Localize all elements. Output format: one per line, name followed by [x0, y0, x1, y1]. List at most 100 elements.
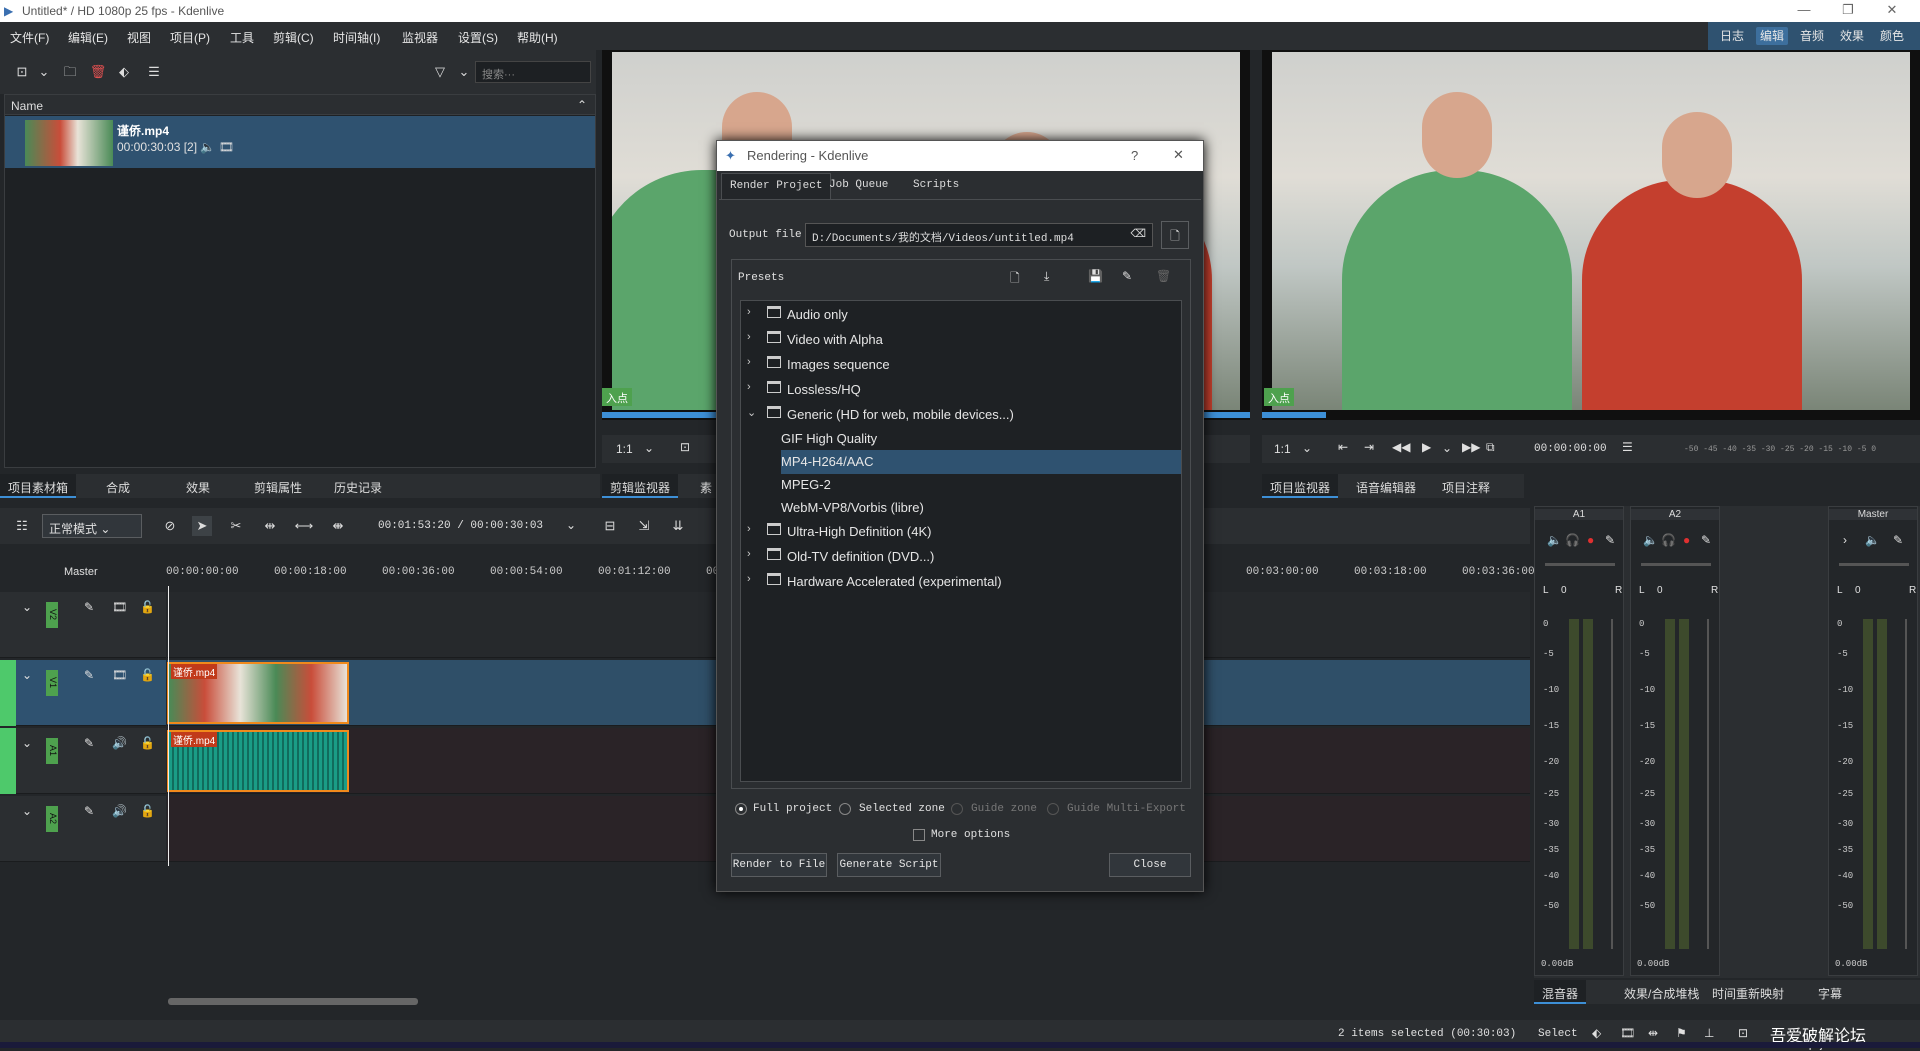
volume-fader[interactable]	[1707, 619, 1709, 949]
lock-icon[interactable]: 🔓	[140, 736, 155, 750]
razor-icon[interactable]: ✂	[226, 516, 246, 536]
tab-effects[interactable]: 效果	[178, 474, 218, 498]
menu-help[interactable]: 帮助(H)	[517, 29, 558, 46]
layout-audio[interactable]: 音频	[1796, 27, 1828, 45]
select-tool-icon[interactable]: ➤	[192, 516, 212, 536]
bin-column-header[interactable]: Name ⌃	[5, 95, 595, 115]
tab-project-monitor[interactable]: 项目监视器	[1262, 474, 1339, 498]
new-preset-icon[interactable]: 🗋	[1010, 269, 1020, 290]
lock-icon[interactable]: 🔓	[140, 804, 155, 818]
record-icon[interactable]: ●	[1587, 533, 1594, 547]
project-monitor-video[interactable]	[1272, 52, 1910, 410]
playhead[interactable]	[168, 586, 169, 866]
project-zoom-select[interactable]: 1:1	[1274, 442, 1291, 456]
fit-icon[interactable]: ⊡	[680, 440, 690, 454]
effect-icon[interactable]: ✎	[1701, 533, 1711, 547]
tab-job-queue[interactable]: Job Queue	[821, 173, 896, 199]
layout-logging[interactable]: 日志	[1716, 27, 1748, 45]
slip-icon[interactable]: ⇹	[260, 516, 280, 536]
save-preset-icon[interactable]: 💾	[1088, 269, 1103, 283]
chevron-down-icon[interactable]: ⌄	[644, 441, 654, 455]
menu-project[interactable]: 项目(P)	[170, 29, 210, 46]
volume-db[interactable]: 0.00dB	[1541, 959, 1573, 969]
browse-file-icon[interactable]: 🗋	[1161, 221, 1189, 249]
tab-mixer[interactable]: 混音器	[1534, 980, 1587, 1004]
tree-item-mp4-h264[interactable]: MP4-H264/AAC	[781, 450, 1181, 474]
tag-icon[interactable]: ⬖	[1592, 1026, 1601, 1040]
effect-icon[interactable]: ✎	[84, 600, 94, 614]
close-icon[interactable]: ✕	[1173, 147, 1184, 163]
menu-icon[interactable]: ☰	[1622, 440, 1633, 454]
filter-icon[interactable]: ▽	[430, 62, 450, 82]
balance-value[interactable]: 0	[1855, 585, 1861, 596]
tree-folder-images-sequence[interactable]: › Images sequence	[741, 353, 1181, 377]
play-icon[interactable]: ▶	[1422, 440, 1431, 454]
film-icon[interactable]: 🎞	[112, 668, 127, 682]
chevron-down-icon[interactable]: ⌄	[22, 804, 32, 818]
rewind-icon[interactable]: ◀◀	[1392, 440, 1410, 454]
clear-icon[interactable]: ⌫	[1130, 227, 1146, 241]
menu-settings[interactable]: 设置(S)	[458, 29, 498, 46]
edit-preset-icon[interactable]: ✎	[1122, 269, 1132, 283]
effect-icon[interactable]: ✎	[84, 668, 94, 682]
tab-clip-properties[interactable]: 剪辑属性	[246, 474, 310, 498]
zoom-fit-icon[interactable]: ⊡	[1738, 1026, 1748, 1040]
effect-icon[interactable]: ✎	[1605, 533, 1615, 547]
radio-selected-zone[interactable]	[839, 803, 851, 815]
balance-slider[interactable]	[1545, 563, 1615, 566]
project-timecode[interactable]: 00:00:00:00	[1534, 443, 1607, 455]
headphones-icon[interactable]: 🎧	[1661, 533, 1676, 547]
mute-icon[interactable]: 🔈	[1547, 533, 1562, 547]
headphones-icon[interactable]: 🎧	[1565, 533, 1580, 547]
ripple-icon[interactable]: ⟷	[294, 516, 314, 536]
help-icon[interactable]: ?	[1131, 148, 1138, 163]
tab-render-project[interactable]: Render Project	[721, 173, 832, 199]
crop-icon[interactable]: ⧉	[1486, 440, 1495, 455]
close-button[interactable]: Close	[1109, 853, 1191, 877]
guide-icon[interactable]: ⊥	[1704, 1026, 1714, 1040]
audio-icon[interactable]: 🔊	[112, 736, 127, 750]
chevron-right-icon[interactable]: ›	[1843, 533, 1847, 547]
chevron-down-icon[interactable]: ⌄	[1302, 441, 1312, 455]
effect-icon[interactable]: ✎	[84, 736, 94, 750]
tab-subtitles[interactable]: 字幕	[1810, 980, 1850, 1004]
menu-icon[interactable]: ☰	[144, 62, 164, 82]
layout-effects[interactable]: 效果	[1836, 27, 1868, 45]
lock-icon[interactable]: 🔓	[140, 668, 155, 682]
lock-icon[interactable]: 🔓	[140, 600, 155, 614]
output-file-input[interactable]: D:/Documents/我的文档/Videos/untitled.mp4 ⌫	[805, 223, 1153, 247]
menu-file[interactable]: 文件(F)	[10, 29, 49, 46]
timeline-audio-clip[interactable]: 谨侨.mp4	[167, 730, 349, 792]
folder-icon[interactable]: 🗀	[60, 62, 80, 82]
volume-fader[interactable]	[1905, 619, 1907, 949]
project-monitor-ruler[interactable]	[1262, 412, 1326, 418]
timeline-video-clip[interactable]: 谨侨.mp4	[167, 662, 349, 724]
tree-folder-audio-only[interactable]: › Audio only	[741, 303, 1181, 327]
clip-zoom-select[interactable]: 1:1	[616, 442, 633, 456]
tree-item-gif[interactable]: GIF High Quality	[741, 427, 1181, 451]
delete-icon[interactable]: 🗑	[88, 62, 108, 82]
balance-value[interactable]: 0	[1561, 585, 1567, 596]
balance-slider[interactable]	[1839, 563, 1909, 566]
tree-folder-generic[interactable]: ⌄ Generic (HD for web, mobile devices...)	[741, 403, 1181, 427]
balance-value[interactable]: 0	[1657, 585, 1663, 596]
record-icon[interactable]: ●	[1683, 533, 1690, 547]
volume-db[interactable]: 0.00dB	[1835, 959, 1867, 969]
chevron-up-icon[interactable]: ⌃	[577, 98, 587, 112]
tab-project-bin[interactable]: 项目素材箱	[0, 474, 77, 498]
edit-mode-select[interactable]: 正常模式 ⌄	[42, 514, 142, 538]
overwrite-icon[interactable]: ⇊	[668, 516, 688, 536]
tree-folder-uhd[interactable]: › Ultra-High Definition (4K)	[741, 520, 1181, 544]
menu-tools[interactable]: 工具	[230, 29, 254, 46]
menu-clip[interactable]: 剪辑(C)	[273, 29, 314, 46]
chevron-down-icon[interactable]: ⌄	[566, 518, 576, 532]
layout-color[interactable]: 颜色	[1876, 27, 1908, 45]
menu-timeline[interactable]: 时间轴(I)	[333, 29, 380, 46]
forward-icon[interactable]: ▶▶	[1462, 440, 1480, 454]
chevron-down-icon[interactable]: ⌄	[22, 668, 32, 682]
chevron-down-icon[interactable]: ⌄	[22, 600, 32, 614]
insert-icon[interactable]: ⇲	[634, 516, 654, 536]
bin-clip-item[interactable]: 谨侨.mp4 00:00:30:03 [2] 🔈 🎞	[5, 116, 595, 168]
render-to-file-button[interactable]: Render to File	[731, 853, 827, 877]
tree-folder-old-tv[interactable]: › Old-TV definition (DVD...)	[741, 545, 1181, 569]
